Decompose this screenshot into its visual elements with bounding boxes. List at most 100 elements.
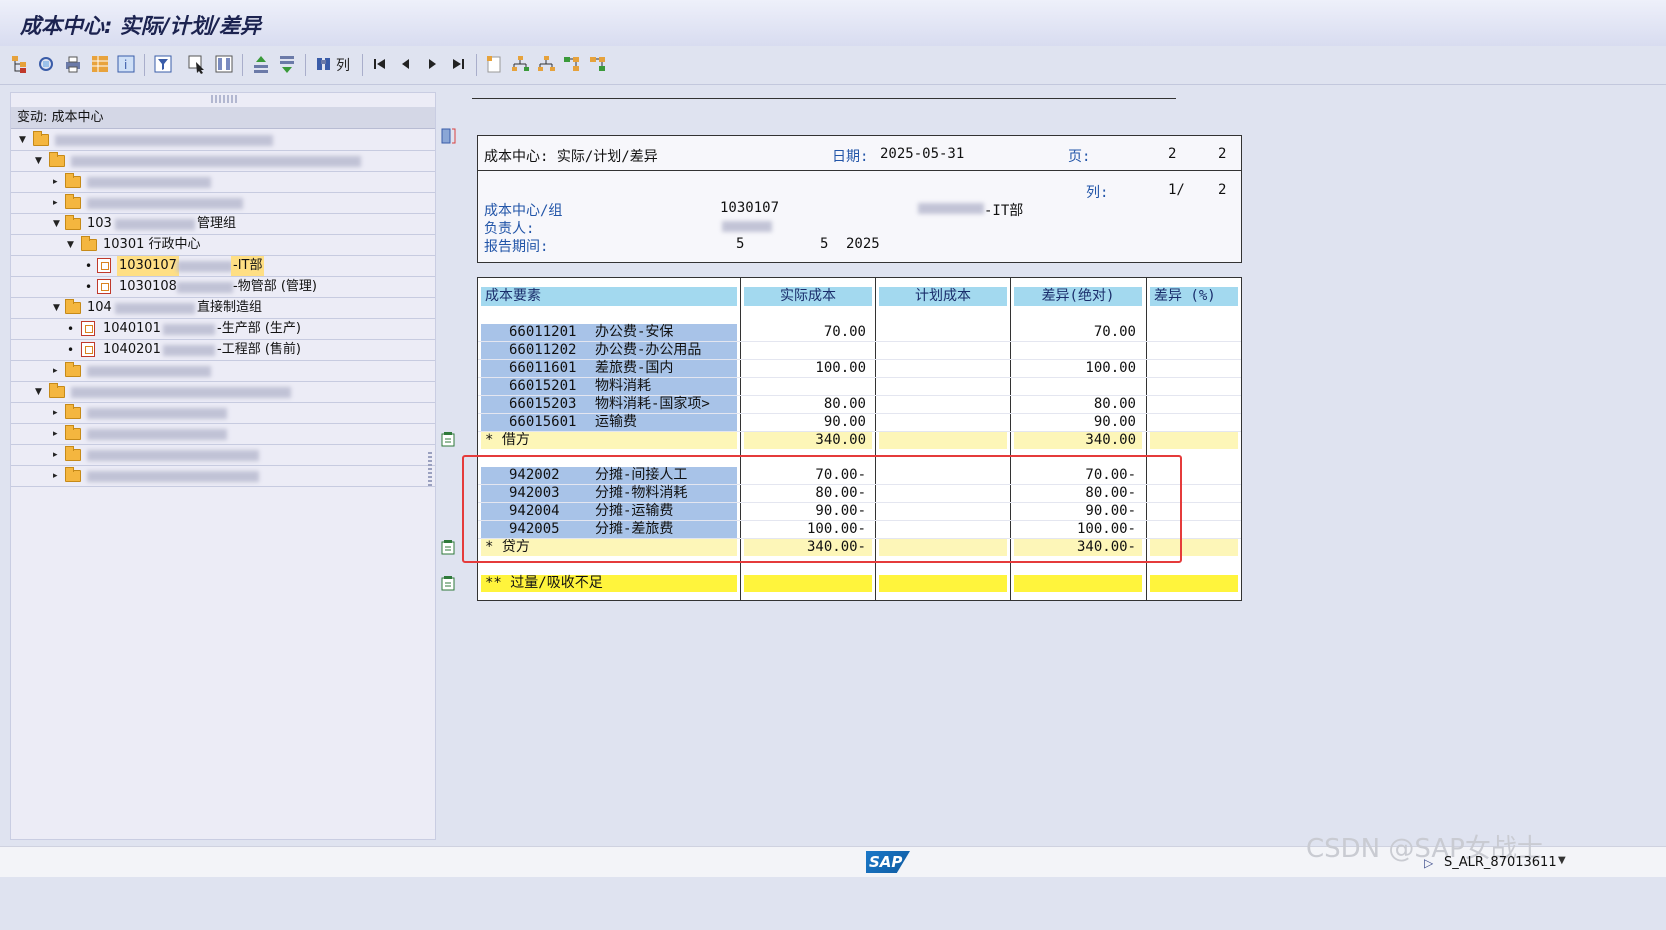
collapse-triangle-icon[interactable]: ▼ — [67, 235, 74, 255]
subtotal-icon[interactable] — [440, 539, 456, 555]
expand-triangle-icon[interactable]: ▸ — [53, 403, 58, 423]
tree-row-103[interactable]: ▼ 103 管理组 — [11, 214, 435, 235]
play-arrow-icon[interactable]: ▷ — [1424, 856, 1433, 870]
tree-row-group[interactable]: ▸ — [11, 466, 435, 487]
expand-triangle-icon[interactable]: ▸ — [53, 193, 58, 213]
tree-expand-icon[interactable] — [510, 54, 530, 74]
last-page-icon[interactable] — [448, 54, 468, 74]
tree-row-group[interactable]: ▸ — [11, 403, 435, 424]
column-header-element[interactable]: 成本要素 — [481, 287, 737, 306]
column-header-variance-abs[interactable]: 差异(绝对) — [1014, 287, 1142, 306]
collapse-triangle-icon[interactable]: ▼ — [35, 151, 42, 171]
plan-cost-cell[interactable] — [879, 414, 1007, 431]
cost-element-cell[interactable]: 66015203 物料消耗-国家项> — [481, 396, 737, 413]
tree-row-group[interactable]: ▸ — [11, 361, 435, 382]
find-icon[interactable] — [314, 54, 334, 74]
tree-row-1030107[interactable]: • 1030107 -IT部 — [11, 256, 435, 277]
variance-pct-cell[interactable] — [1150, 396, 1238, 413]
tree-row-1030108[interactable]: • 1030108 -物管部 (管理) — [11, 277, 435, 298]
expand-triangle-icon[interactable]: ▸ — [53, 466, 58, 486]
filter-icon[interactable] — [153, 54, 173, 74]
node-up-icon[interactable] — [562, 54, 582, 74]
tree-row-10301[interactable]: ▼ 10301 行政中心 — [11, 235, 435, 256]
debit-total-variance[interactable]: 340.00 — [1014, 432, 1142, 449]
cost-element-cell[interactable]: 66011201 办公费-安保 — [481, 324, 737, 341]
panel-grip[interactable] — [211, 95, 237, 103]
variance-abs-cell[interactable] — [1014, 342, 1142, 359]
columns-icon[interactable] — [214, 54, 234, 74]
next-page-icon[interactable] — [422, 54, 442, 74]
tree-row-group[interactable]: ▸ — [11, 172, 435, 193]
cost-element-cell[interactable]: 66011601 差旅费-国内 — [481, 360, 737, 377]
actual-cost-cell[interactable] — [744, 378, 872, 395]
collapse-triangle-icon[interactable]: ▼ — [19, 130, 26, 150]
expand-triangle-icon[interactable]: ▸ — [53, 445, 58, 465]
variance-pct-cell[interactable] — [1150, 378, 1238, 395]
print-icon[interactable] — [63, 54, 83, 74]
bullet-icon: • — [85, 259, 93, 273]
plan-cost-cell[interactable] — [879, 360, 1007, 377]
tree-row-1040101[interactable]: • 1040101 -生产部 (生产) — [11, 319, 435, 340]
expand-triangle-icon[interactable]: ▸ — [53, 172, 58, 192]
previous-page-icon[interactable] — [396, 54, 416, 74]
column-header-plan[interactable]: 计划成本 — [879, 287, 1007, 306]
variance-pct-cell[interactable] — [1150, 342, 1238, 359]
tree-row-group[interactable]: ▸ — [11, 193, 435, 214]
plan-cost-cell[interactable] — [879, 324, 1007, 341]
expand-triangle-icon[interactable]: ▸ — [53, 424, 58, 444]
tree-row-group[interactable]: ▼ — [11, 151, 435, 172]
debit-total-actual[interactable]: 340.00 — [744, 432, 872, 449]
variance-abs-cell[interactable]: 90.00 — [1014, 414, 1142, 431]
page-marker-icon[interactable] — [440, 128, 456, 144]
select-icon[interactable] — [187, 54, 207, 74]
sort-ascending-icon[interactable] — [251, 54, 271, 74]
columns-label[interactable]: 列 — [336, 55, 350, 75]
actual-cost-cell[interactable]: 80.00 — [744, 396, 872, 413]
actual-cost-cell[interactable]: 90.00 — [744, 414, 872, 431]
cost-element-cell[interactable]: 66015201 物料消耗 — [481, 378, 737, 395]
collapse-triangle-icon[interactable]: ▼ — [53, 298, 60, 318]
tree-row-104[interactable]: ▼ 104 直接制造组 — [11, 298, 435, 319]
plan-cost-cell[interactable] — [879, 342, 1007, 359]
actual-cost-cell[interactable] — [744, 342, 872, 359]
actual-cost-cell[interactable]: 100.00 — [744, 360, 872, 377]
subtotal-icon[interactable] — [440, 431, 456, 447]
variance-abs-cell[interactable]: 80.00 — [1014, 396, 1142, 413]
expand-triangle-icon[interactable]: ▸ — [53, 361, 58, 381]
variance-abs-cell[interactable]: 70.00 — [1014, 324, 1142, 341]
hierarchy-icon[interactable] — [10, 54, 30, 74]
layout-grid-icon[interactable] — [90, 54, 110, 74]
document-icon[interactable] — [484, 54, 504, 74]
variance-pct-cell[interactable] — [1150, 360, 1238, 377]
variance-pct-cell[interactable] — [1150, 414, 1238, 431]
plan-cost-cell[interactable] — [879, 396, 1007, 413]
total-icon[interactable] — [440, 575, 456, 591]
transaction-code[interactable]: S_ALR_87013611 — [1444, 855, 1557, 870]
column-header-actual[interactable]: 实际成本 — [744, 287, 872, 306]
variance-abs-cell[interactable] — [1014, 378, 1142, 395]
cost-element-cell[interactable]: 66015601 运输费 — [481, 414, 737, 431]
tree-row-group[interactable]: ▸ — [11, 445, 435, 466]
info-icon[interactable]: i — [116, 54, 136, 74]
collapse-triangle-icon[interactable]: ▼ — [35, 382, 42, 402]
variance-pct-cell[interactable] — [1150, 324, 1238, 341]
tree-row-group[interactable]: ▸ — [11, 424, 435, 445]
tree-row-root[interactable]: ▼ — [11, 130, 435, 151]
tree-row-1040201[interactable]: • 1040201 -工程部 (售前) — [11, 340, 435, 361]
node-down-icon[interactable] — [588, 54, 608, 74]
actual-cost-cell[interactable]: 70.00 — [744, 324, 872, 341]
column-header-variance-pct[interactable]: 差异 (%) — [1150, 287, 1238, 306]
page-label: 页: — [1068, 149, 1091, 165]
tree-collapse-icon[interactable] — [536, 54, 556, 74]
first-page-icon[interactable] — [370, 54, 390, 74]
drilldown-icon[interactable] — [37, 54, 57, 74]
date-label: 日期: — [832, 149, 869, 165]
panel-splitter[interactable] — [428, 452, 432, 488]
sort-descending-icon[interactable] — [277, 54, 297, 74]
dropdown-icon[interactable]: ▼ — [1558, 855, 1566, 866]
plan-cost-cell[interactable] — [879, 378, 1007, 395]
variance-abs-cell[interactable]: 100.00 — [1014, 360, 1142, 377]
collapse-triangle-icon[interactable]: ▼ — [53, 214, 60, 234]
tree-row-group[interactable]: ▼ — [11, 382, 435, 403]
cost-element-cell[interactable]: 66011202 办公费-办公用品 — [481, 342, 737, 359]
